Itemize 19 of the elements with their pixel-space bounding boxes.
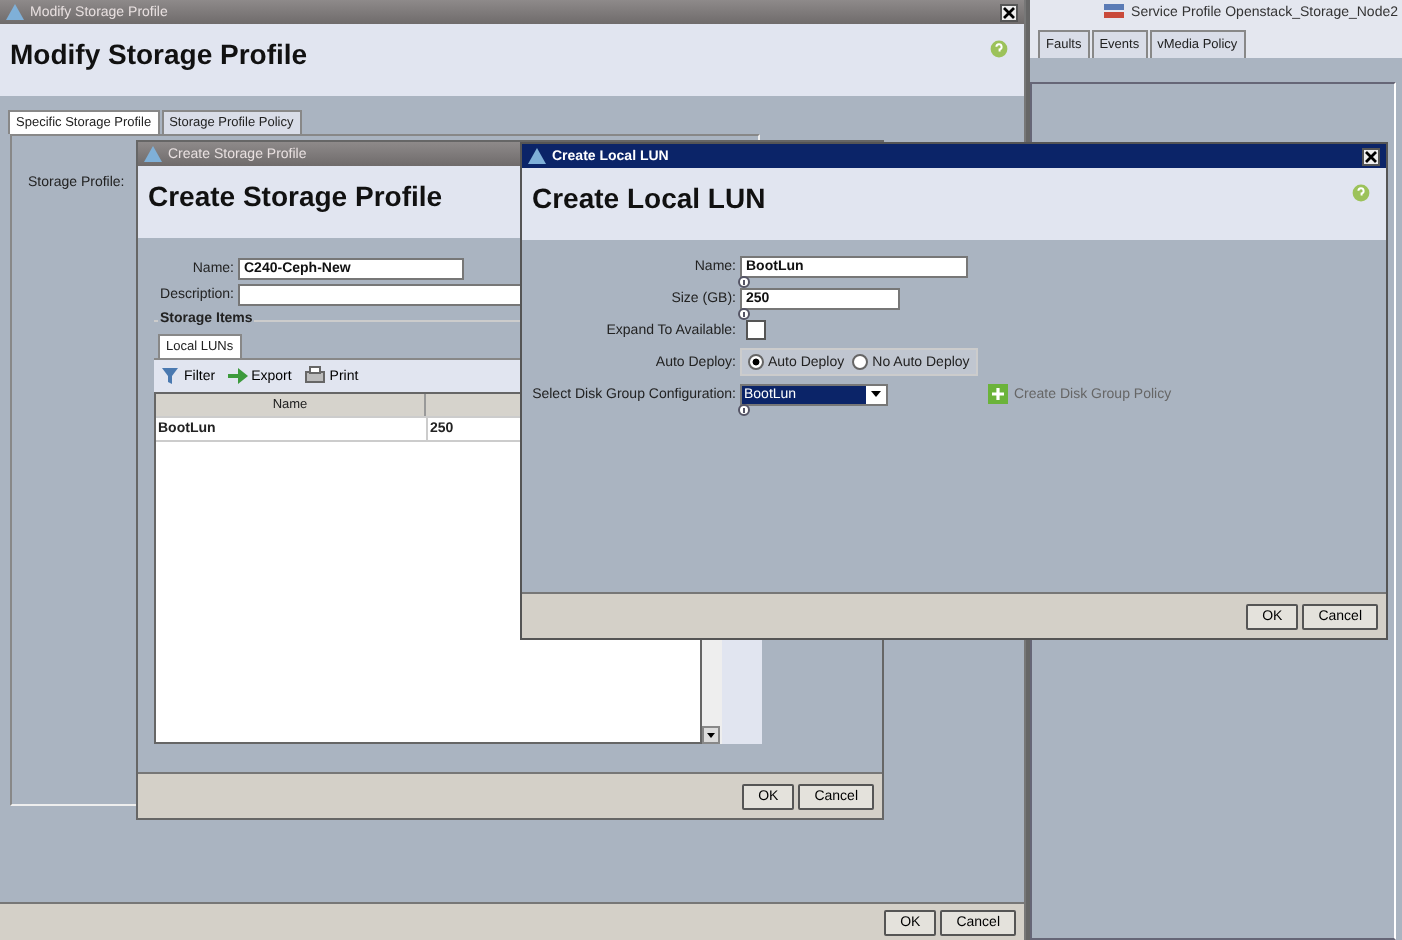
close-icon[interactable] <box>1362 147 1380 165</box>
server-icon <box>1101 2 1126 22</box>
info-icon <box>738 307 750 319</box>
app-icon <box>6 4 24 20</box>
radio-button[interactable] <box>748 354 764 370</box>
app-icon <box>144 146 162 162</box>
plus-icon[interactable] <box>988 384 1008 404</box>
funnel-icon <box>160 366 180 386</box>
close-icon[interactable] <box>1000 3 1018 21</box>
checkbox[interactable] <box>746 320 766 340</box>
scroll-down-icon[interactable] <box>702 726 720 744</box>
printer-icon <box>303 366 326 386</box>
dialog-heading: Create Local LUN <box>532 182 766 214</box>
dialog-heading: Modify Storage Profile <box>10 38 308 70</box>
info-icon <box>738 275 750 287</box>
dialog-heading: Create Storage Profile <box>148 180 443 212</box>
radio-button[interactable] <box>852 354 869 370</box>
arrow-icon <box>227 368 248 384</box>
info-icon <box>738 403 750 415</box>
